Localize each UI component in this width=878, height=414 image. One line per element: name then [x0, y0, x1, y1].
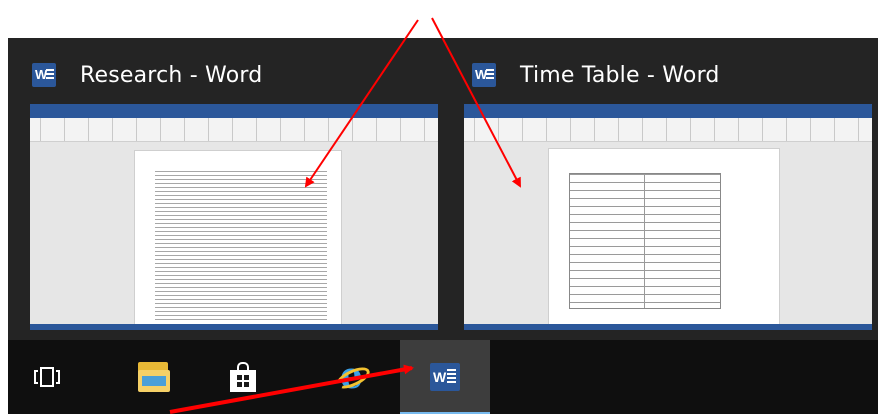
- preview-status-bar: [464, 324, 872, 330]
- word-icon: W: [472, 63, 496, 87]
- thumbnail-title: Time Table - Word: [520, 62, 720, 88]
- task-view-button[interactable]: [22, 340, 72, 414]
- internet-explorer-button[interactable]: e: [323, 340, 383, 414]
- thumbnail-time-table-word[interactable]: W Time Table - Word: [448, 38, 878, 340]
- folder-icon: [138, 362, 170, 392]
- thumbnail-research-word[interactable]: W Research - Word: [8, 38, 438, 340]
- thumbnail-title: Research - Word: [80, 62, 263, 88]
- document-table: [569, 173, 721, 309]
- preview-ribbon: [464, 118, 872, 142]
- document-page: [548, 148, 780, 330]
- taskbar-thumbnail-flyout: W Research - Word W Time Table - Word: [8, 38, 878, 340]
- preview-title-bar: [30, 104, 438, 112]
- thumbnail-header: W Research - Word: [8, 52, 262, 98]
- store-button[interactable]: [213, 340, 273, 414]
- file-explorer-button[interactable]: [124, 340, 184, 414]
- task-view-icon: [34, 367, 60, 387]
- taskbar: e W: [8, 340, 878, 414]
- word-icon: W: [32, 63, 56, 87]
- preview-ribbon: [30, 118, 438, 142]
- preview-status-bar: [30, 324, 438, 330]
- preview-title-bar: [464, 104, 872, 112]
- internet-explorer-icon: e: [333, 358, 373, 394]
- thumbnail-header: W Time Table - Word: [448, 52, 720, 98]
- store-icon: [230, 362, 256, 392]
- window-preview[interactable]: [30, 104, 438, 330]
- window-preview[interactable]: [464, 104, 872, 330]
- word-icon: W: [430, 363, 460, 391]
- document-text: [155, 171, 327, 321]
- document-page: [134, 150, 342, 330]
- word-taskbar-button[interactable]: W: [400, 340, 490, 414]
